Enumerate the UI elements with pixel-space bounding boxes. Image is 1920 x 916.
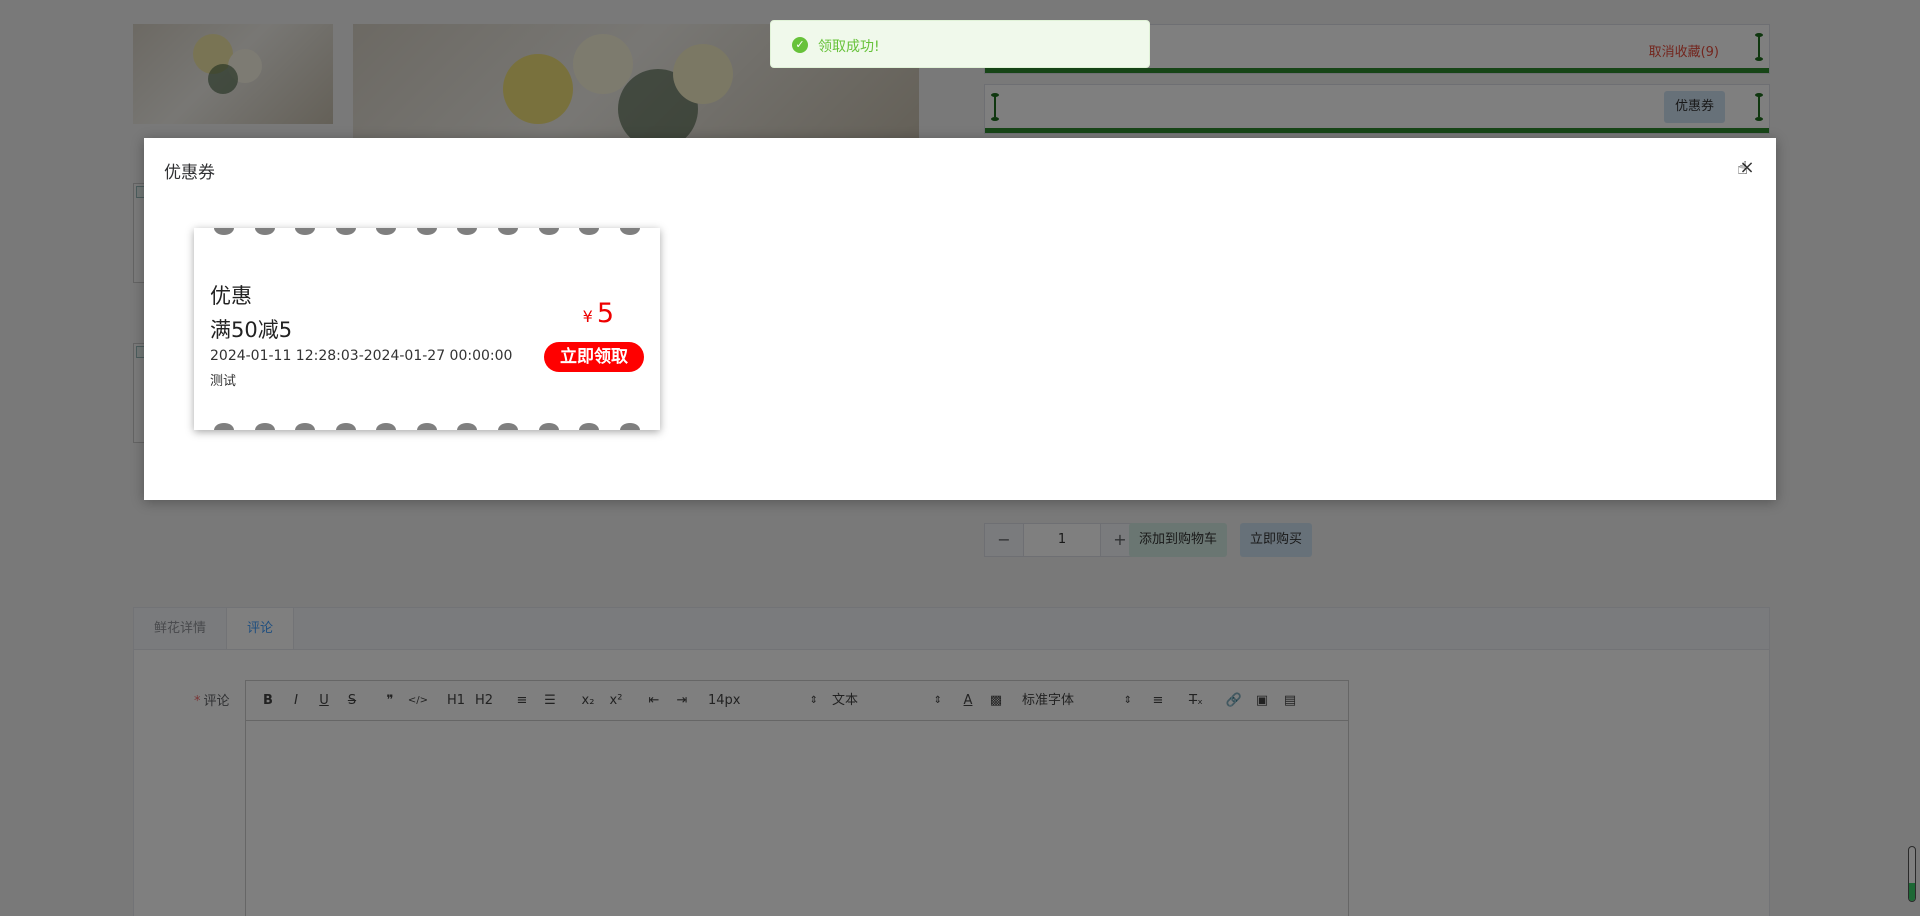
coupon-validity: 2024-01-11 12:28:03-2024-01-27 00:00:00 [210, 348, 513, 364]
coupon-condition: 满50减5 [210, 318, 293, 342]
toast-message: 领取成功! [818, 39, 880, 55]
claim-coupon-button[interactable]: 立即领取 [544, 342, 644, 372]
coupon-dialog: 优惠券 × 优惠 满50减5 2024-01-11 12:28:03-2024-… [144, 138, 1776, 500]
ticket-edge [194, 423, 660, 430]
ticket-edge [194, 228, 660, 235]
coupon-card: 优惠 满50减5 2024-01-11 12:28:03-2024-01-27 … [194, 228, 660, 430]
success-toast: ✓ 领取成功! [770, 20, 1150, 68]
coupon-amount: ¥5 [582, 298, 614, 329]
coupon-description: 测试 [210, 374, 237, 389]
dialog-title: 优惠券 [164, 163, 215, 183]
pointer-cursor-icon: ☝ [1737, 158, 1748, 179]
coupon-name: 优惠 [210, 284, 252, 308]
check-icon: ✓ [792, 37, 808, 53]
